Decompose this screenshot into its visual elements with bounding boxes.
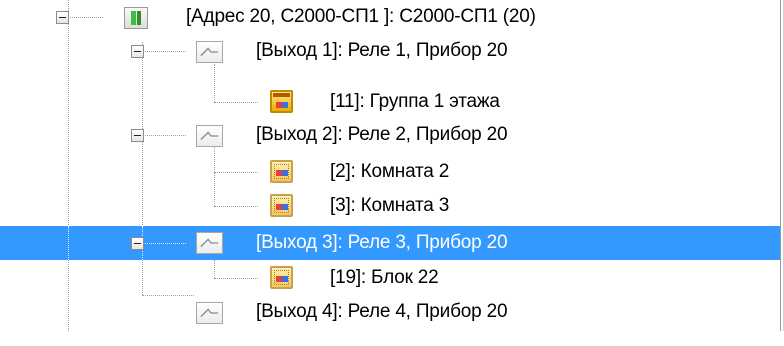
collapse-toggle[interactable] [131, 129, 144, 142]
tree-node-output-3[interactable]: [Выход 3]: Реле 3, Прибор 20 [0, 226, 780, 260]
collapse-toggle[interactable] [131, 45, 144, 58]
tree-connector [214, 64, 215, 102]
tree-node-label: [19]: Блок 22 [330, 267, 439, 288]
device-module-icon [124, 7, 148, 29]
tree-node-label: [2]: Комната 2 [330, 161, 450, 182]
tree-node-label: [Выход 2]: Реле 2, Прибор 20 [256, 124, 508, 145]
tree-node-label: [Выход 4]: Реле 4, Прибор 20 [256, 301, 508, 322]
tree-connector [214, 102, 258, 103]
relay-icon [196, 302, 223, 324]
tree-node-output-4[interactable]: [Выход 4]: Реле 4, Прибор 20 [0, 301, 780, 346]
tree-connector [63, 17, 103, 18]
tree-node-label: [Выход 3]: Реле 3, Прибор 20 [256, 232, 508, 253]
collapse-toggle[interactable] [131, 237, 144, 250]
room-icon [270, 160, 293, 183]
tree-guide-line [68, 226, 69, 260]
tree-connector [214, 206, 258, 207]
tree-node-label: [Выход 1]: Реле 1, Прибор 20 [256, 40, 508, 61]
tree-connector [214, 260, 215, 278]
tree-node-label: [Адрес 20, С2000-СП1 ]: С2000-СП1 (20) [186, 6, 536, 27]
tree-node-label: [3]: Комната 3 [330, 195, 450, 216]
panel-border [780, 0, 781, 331]
relay-icon [196, 232, 223, 254]
relay-icon [196, 41, 223, 63]
tree-connector [214, 278, 258, 279]
collapse-toggle[interactable] [56, 11, 69, 24]
tree-node-label: [11]: Группа 1 этажа [330, 91, 500, 112]
group-icon [270, 90, 293, 113]
tree-connector [214, 172, 258, 173]
tree-node-output-1[interactable]: [Выход 1]: Реле 1, Прибор 20 [0, 40, 780, 85]
relay-icon [196, 125, 223, 147]
room-icon [270, 194, 293, 217]
room-icon [270, 266, 293, 289]
